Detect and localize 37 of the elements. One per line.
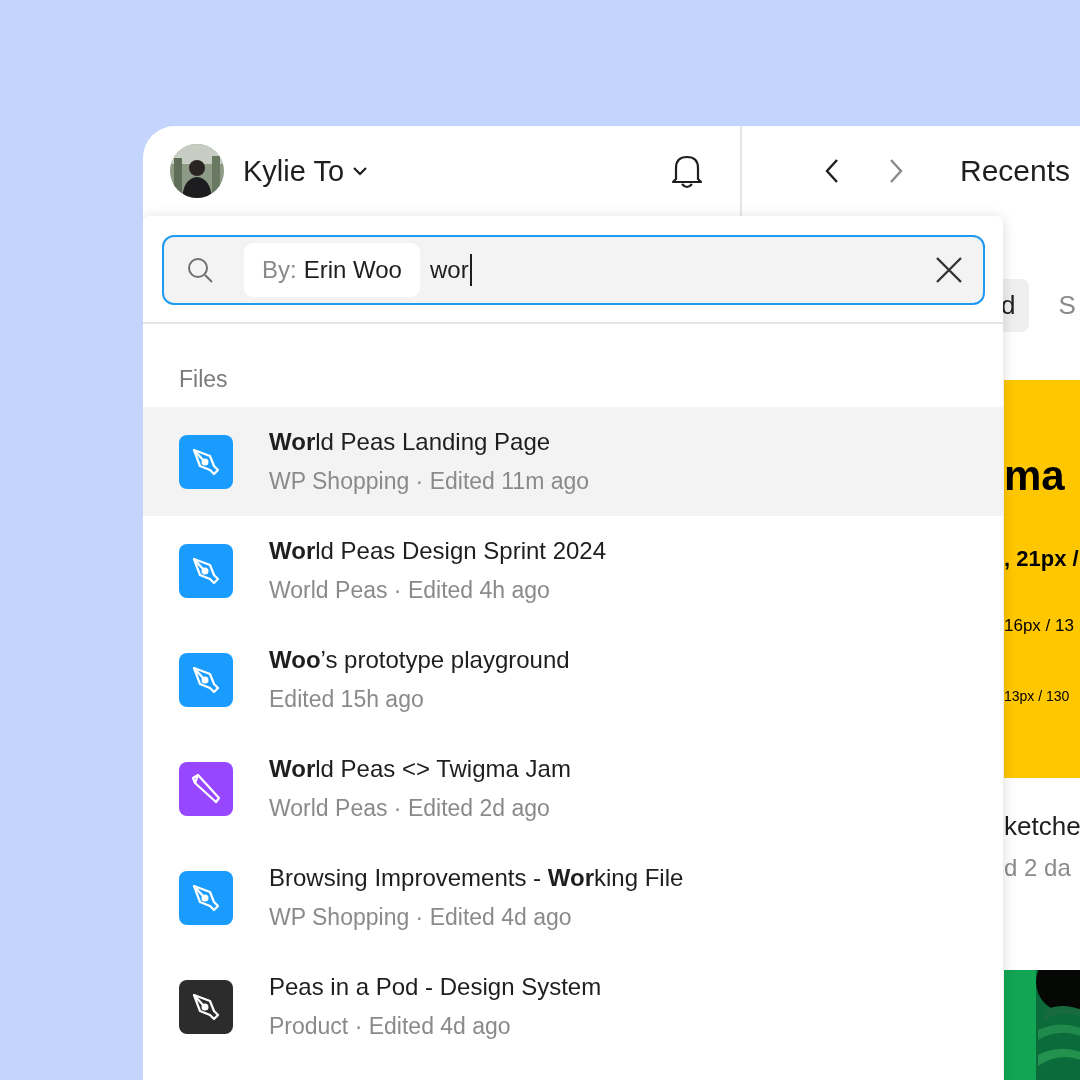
file-name: ketche bbox=[1004, 811, 1080, 842]
file-details: Edited 15h ago bbox=[269, 686, 425, 713]
thumbnail-text: ma bbox=[1004, 452, 1066, 500]
filter-label: By: bbox=[262, 256, 297, 284]
file-title: World Peas Landing Page bbox=[269, 428, 552, 456]
close-icon[interactable] bbox=[935, 256, 963, 284]
file-title: Peas in a Pod - Design System bbox=[269, 973, 602, 1001]
thumbnail-text: 16px / 13 bbox=[1004, 616, 1075, 636]
chevron-down-icon bbox=[352, 166, 369, 176]
file-result[interactable]: Peas in a Pod - Design System Product · Edited 4d ago bbox=[143, 952, 1003, 1061]
file-details: Product · Edited 4d ago bbox=[269, 1013, 512, 1040]
file-title: World Peas <> Twigma Jam bbox=[269, 755, 571, 783]
file-title: World Peas Design Sprint 2024 bbox=[269, 537, 607, 565]
thumbnail-text: , 21px / bbox=[1004, 546, 1080, 572]
search-field[interactable]: By: Erin Woo wor bbox=[162, 235, 985, 305]
page-title: Recents bbox=[960, 154, 1071, 188]
account-switcher[interactable]: Kylie To bbox=[224, 154, 369, 188]
file-details: WP Shopping · Edited 4d ago bbox=[269, 904, 573, 931]
file-result[interactable]: World Peas <> Twigma Jam World Peas · Edited 2d ago bbox=[143, 734, 1003, 843]
file-title: Woo’s prototype playground bbox=[269, 646, 570, 674]
file-result[interactable]: Browsing Improvements - Working File WP Shopping · Edited 4d ago bbox=[143, 843, 1003, 952]
file-details: d 2 da bbox=[1004, 854, 1072, 882]
file-details: WP Shopping · Edited 11m ago bbox=[269, 468, 590, 495]
section-heading: Files bbox=[178, 365, 229, 394]
file-result[interactable]: World Peas Landing Page WP Shopping · Edited 11m ago bbox=[143, 407, 1003, 516]
file-details: World Peas · Edited 2d ago bbox=[269, 795, 551, 822]
search-text: wor bbox=[429, 256, 469, 284]
file-thumbnail[interactable]: ma , 21px / 16px / 13 13px / 130 bbox=[1004, 380, 1080, 778]
search-icon bbox=[186, 256, 214, 284]
file-result[interactable]: Woo’s prototype playground Edited 15h ago bbox=[143, 625, 1003, 734]
filter-chip[interactable]: By: Erin Woo bbox=[244, 243, 420, 297]
filter-value: Erin Woo bbox=[303, 256, 402, 284]
file-details: World Peas · Edited 4h ago bbox=[269, 577, 551, 604]
notification-bell-icon[interactable] bbox=[670, 153, 704, 189]
thumbnail-text: 13px / 130 bbox=[1004, 688, 1071, 704]
file-result[interactable]: World Peas Design Sprint 2024 World Peas · Edited 4h ago bbox=[143, 516, 1003, 625]
file-title: Browsing Improvements - Working File bbox=[269, 864, 684, 892]
